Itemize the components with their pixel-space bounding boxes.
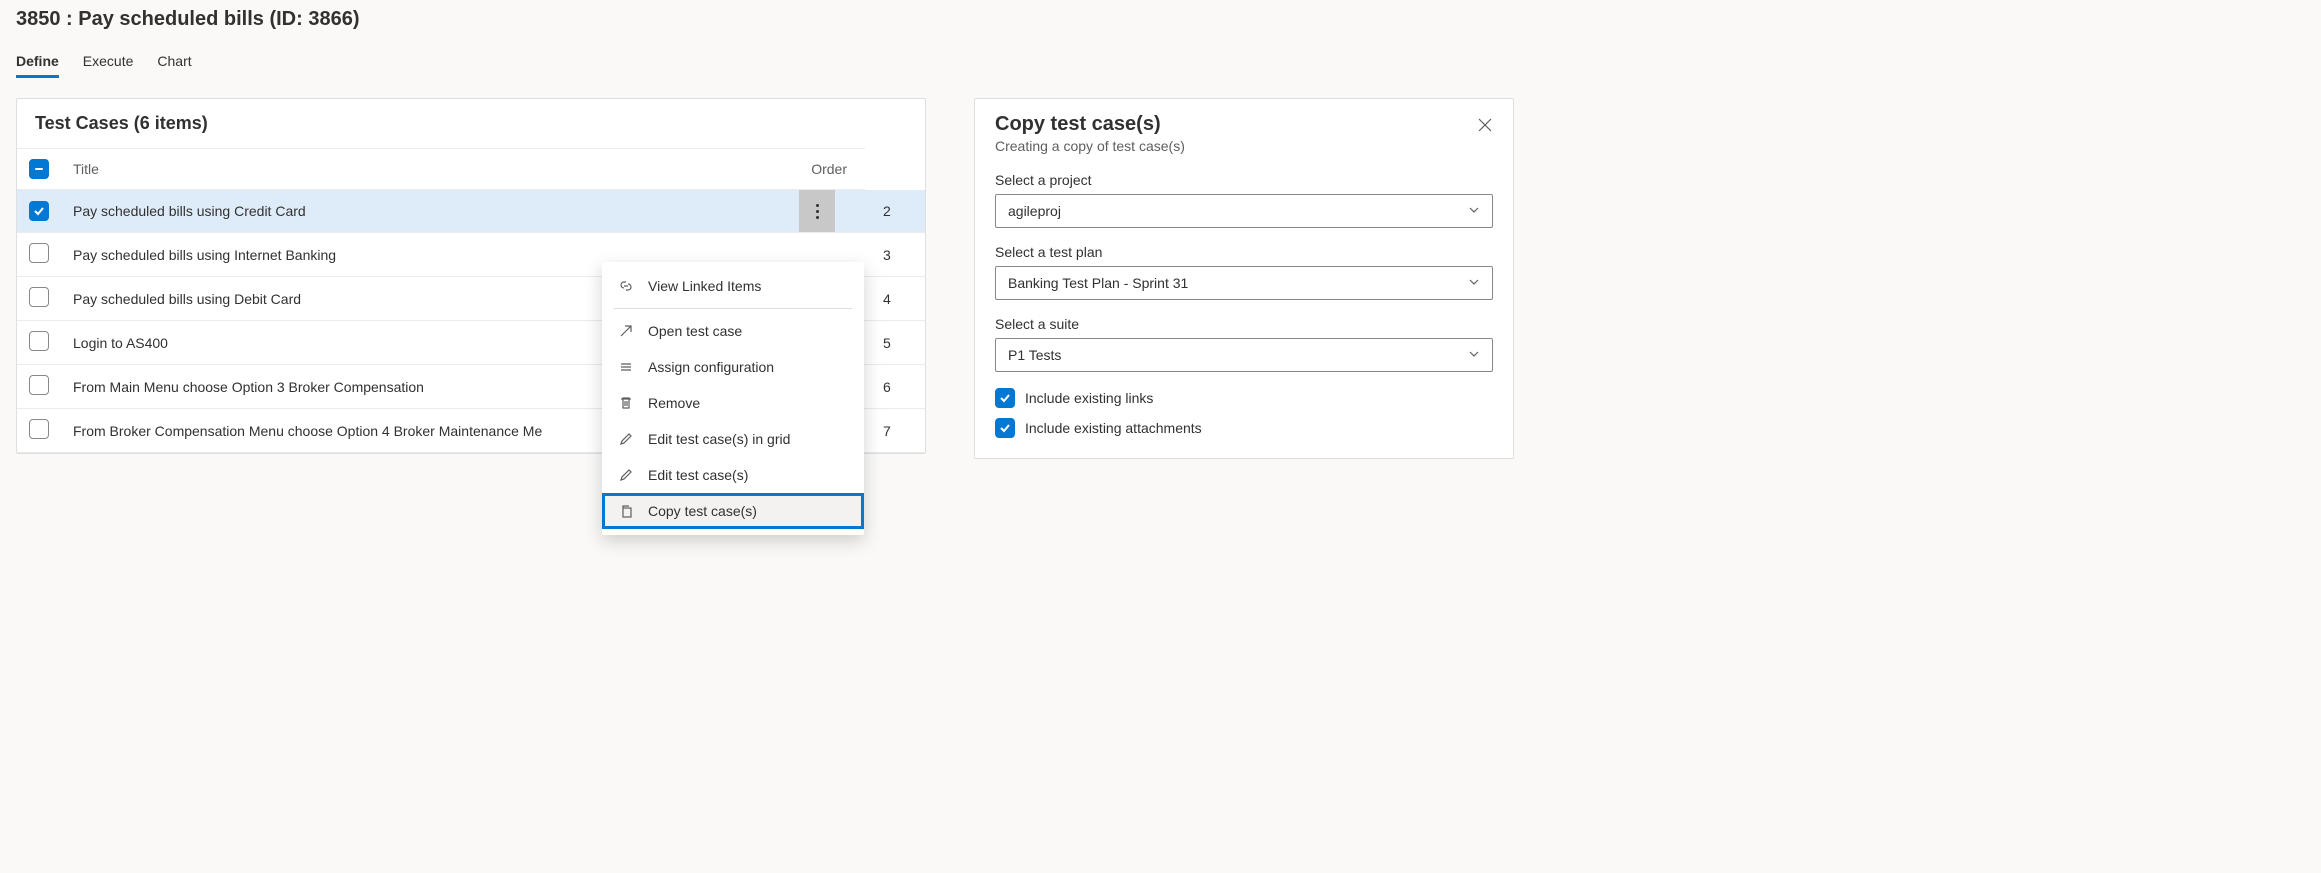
panel-title: Copy test case(s) [995, 113, 1493, 136]
close-icon[interactable] [1473, 113, 1497, 140]
link-icon [618, 278, 634, 294]
config-icon [618, 359, 634, 375]
menu-item[interactable]: Open test case [602, 313, 864, 349]
include-links-checkbox[interactable] [995, 388, 1015, 408]
table-header: Title Order [17, 149, 925, 190]
test-cases-title: Test Cases (6 items) [17, 99, 925, 148]
trash-icon [618, 395, 634, 411]
table-row[interactable]: Pay scheduled bills using Credit Card 2 [17, 190, 925, 233]
tab-define[interactable]: Define [16, 47, 59, 78]
chevron-down-icon [1468, 203, 1480, 219]
context-menu: View Linked Items Open test case Assign co… [602, 262, 864, 535]
row-checkbox[interactable] [29, 287, 49, 307]
include-attachments-checkbox[interactable] [995, 418, 1015, 438]
row-order: 6 [865, 365, 925, 409]
row-checkbox[interactable] [29, 243, 49, 263]
menu-item-label: View Linked Items [648, 278, 761, 294]
row-actions-button[interactable] [799, 190, 835, 232]
row-order: 4 [865, 277, 925, 321]
menu-item[interactable]: Remove [602, 385, 864, 421]
include-attachments-label: Include existing attachments [1025, 420, 1202, 436]
menu-item[interactable]: Assign configuration [602, 349, 864, 385]
panel-subtitle: Creating a copy of test case(s) [995, 138, 1493, 154]
project-label: Select a project [995, 172, 1493, 188]
tabs: Define Execute Chart [16, 47, 2305, 78]
menu-item[interactable]: Edit test case(s) in grid [602, 421, 864, 457]
menu-item-label: Edit test case(s) in grid [648, 431, 790, 447]
row-checkbox[interactable] [29, 419, 49, 439]
select-all-checkbox[interactable] [29, 159, 49, 179]
project-value: agileproj [1008, 203, 1061, 219]
row-checkbox[interactable] [29, 331, 49, 351]
test-plan-value: Banking Test Plan - Sprint 31 [1008, 275, 1188, 291]
menu-item-label: Edit test case(s) [648, 467, 748, 483]
suite-select[interactable]: P1 Tests [995, 338, 1493, 372]
menu-separator [614, 308, 852, 309]
test-plan-label: Select a test plan [995, 244, 1493, 260]
menu-item-label: Assign configuration [648, 359, 774, 375]
suite-label: Select a suite [995, 316, 1493, 332]
menu-item[interactable]: Copy test case(s) [602, 493, 864, 529]
row-title: Pay scheduled bills using Credit Card [61, 190, 799, 233]
page-title: 3850 : Pay scheduled bills (ID: 3866) [16, 8, 2305, 31]
include-links-label: Include existing links [1025, 390, 1153, 406]
row-order: 3 [865, 233, 925, 277]
row-order: 5 [865, 321, 925, 365]
tab-execute[interactable]: Execute [83, 47, 134, 78]
menu-item-label: Open test case [648, 323, 742, 339]
menu-item-label: Copy test case(s) [648, 503, 757, 519]
row-checkbox[interactable] [29, 201, 49, 221]
col-order[interactable]: Order [799, 149, 865, 190]
tab-chart[interactable]: Chart [157, 47, 191, 78]
row-order: 2 [865, 190, 925, 233]
project-select[interactable]: agileproj [995, 194, 1493, 228]
menu-item[interactable]: View Linked Items [602, 268, 864, 304]
row-order: 7 [865, 409, 925, 453]
copy-icon [618, 503, 634, 519]
col-title[interactable]: Title [61, 149, 799, 190]
test-plan-select[interactable]: Banking Test Plan - Sprint 31 [995, 266, 1493, 300]
chevron-down-icon [1468, 347, 1480, 363]
chevron-down-icon [1468, 275, 1480, 291]
menu-item[interactable]: Edit test case(s) [602, 457, 864, 493]
copy-panel: Copy test case(s) Creating a copy of tes… [974, 98, 1514, 459]
pencil-icon [618, 431, 634, 447]
pencil-icon [618, 467, 634, 483]
menu-item-label: Remove [648, 395, 700, 411]
suite-value: P1 Tests [1008, 347, 1061, 363]
row-checkbox[interactable] [29, 375, 49, 395]
open-icon [618, 323, 634, 339]
